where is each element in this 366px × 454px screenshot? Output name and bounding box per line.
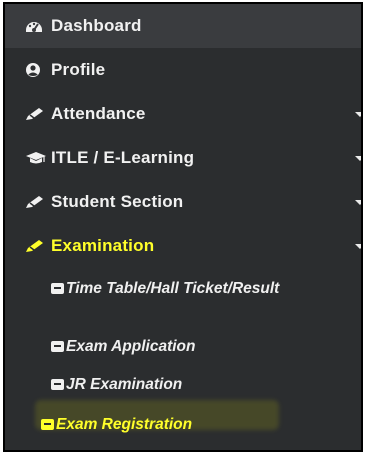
sidebar-menu: Dashboard Profile Attendance ITLE / E-Le… [5, 4, 361, 450]
pencil-icon [25, 239, 51, 253]
sidebar-item-itle-elearning[interactable]: ITLE / E-Learning [5, 136, 361, 180]
submenu-item-label: Exam Application [66, 338, 196, 355]
sidebar-item-label: ITLE / E-Learning [51, 148, 195, 167]
chevron-down-icon [355, 243, 361, 249]
book-icon [51, 283, 64, 294]
submenu-item-label: Time Table/Hall Ticket/Result [66, 280, 280, 297]
screenshot-frame: Dashboard Profile Attendance ITLE / E-Le… [3, 2, 363, 452]
profile-icon [25, 62, 51, 78]
submenu-item-exam-registration[interactable]: Exam Registration [41, 414, 351, 435]
sidebar-item-student-section[interactable]: Student Section [5, 180, 361, 224]
pencil-icon [25, 195, 51, 209]
pencil-icon [25, 107, 51, 121]
submenu-item-time-table-hall-ticket-result[interactable]: Time Table/Hall Ticket/Result [51, 278, 351, 299]
submenu-item-jr-examination[interactable]: JR Examination [51, 374, 351, 395]
sidebar-item-label: Dashboard [51, 16, 142, 35]
chevron-down-icon [355, 155, 361, 161]
book-icon [51, 341, 64, 352]
submenu-item-exam-application[interactable]: Exam Application [51, 336, 351, 357]
sidebar-item-label: Attendance [51, 104, 146, 123]
sidebar-item-examination[interactable]: Examination [5, 224, 361, 268]
book-icon [51, 379, 64, 390]
sidebar-item-dashboard[interactable]: Dashboard [5, 4, 361, 48]
submenu-item-label: JR Examination [66, 376, 183, 393]
graduation-cap-icon [25, 151, 51, 165]
chevron-down-icon [355, 111, 361, 117]
dashboard-icon [25, 18, 51, 34]
sidebar-item-label: Examination [51, 236, 155, 255]
sidebar-item-profile[interactable]: Profile [5, 48, 361, 92]
sidebar-item-label: Profile [51, 60, 106, 79]
book-icon [41, 419, 54, 430]
sidebar-item-attendance[interactable]: Attendance [5, 92, 361, 136]
submenu-item-label: Exam Registration [56, 416, 193, 433]
sidebar-item-label: Student Section [51, 192, 184, 211]
chevron-down-icon [355, 199, 361, 205]
